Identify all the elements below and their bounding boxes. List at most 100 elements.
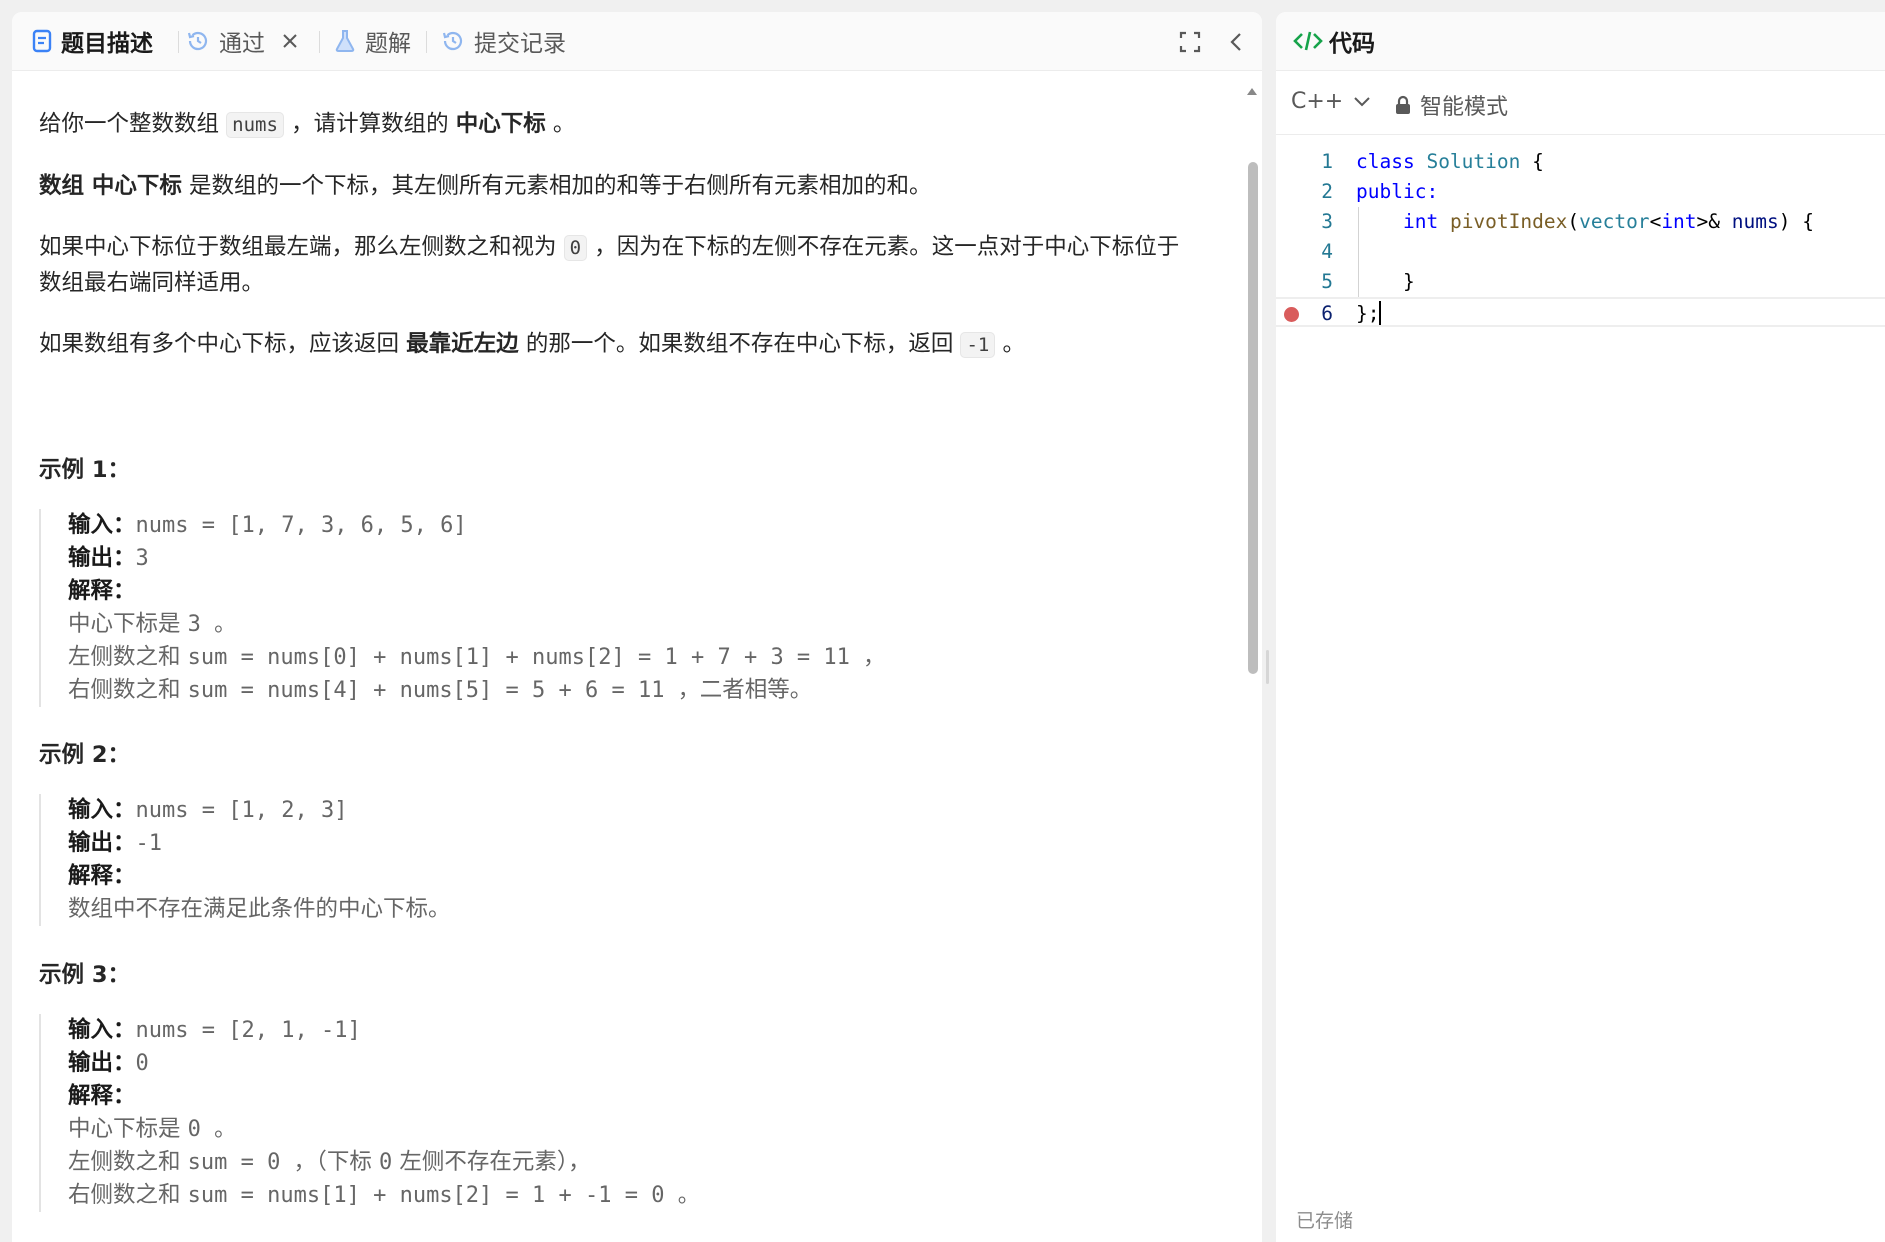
keyword: public:	[1356, 180, 1439, 203]
text: 左侧数之和	[68, 1149, 188, 1175]
explain-line: 左侧数之和 sum = nums[0] + nums[1] + nums[2] …	[68, 641, 1248, 674]
code-line: 3 int pivotIndex(vector<int>& nums) {	[1276, 207, 1885, 237]
mono-text: sum = nums[0] + nums[1] + nums[2] = 1 + …	[187, 645, 886, 670]
mono-text: sum = 0 ，	[187, 1150, 316, 1175]
tab-accepted-label: 通过	[219, 31, 265, 57]
history-icon	[441, 29, 465, 53]
example-input: 输入：nums = [1, 7, 3, 6, 5, 6]	[68, 509, 1248, 542]
explain-line: 左侧数之和 sum = 0 ，（下标 0 左侧不存在元素），	[68, 1146, 1248, 1179]
tab-submissions-label: 提交记录	[474, 31, 566, 57]
close-icon[interactable]	[282, 33, 298, 49]
output-value: 0	[135, 1051, 149, 1076]
code-text: {	[1520, 150, 1544, 173]
keyword: class	[1356, 150, 1415, 173]
code-icon	[1293, 29, 1323, 53]
tab-submissions[interactable]: 提交记录	[441, 12, 566, 70]
tab-divider	[319, 31, 320, 53]
output-value: -1	[135, 831, 163, 856]
problem-description: 给你一个整数数组 nums ，请计算数组的 中心下标 。 数组 中心下标 是数组…	[39, 107, 1219, 363]
text: 中心下标是	[68, 611, 188, 637]
text: 左侧不存在元素），	[392, 1149, 591, 1175]
tab-description[interactable]: 题目描述	[32, 12, 153, 70]
text: 中心下标是	[68, 1116, 188, 1142]
text: ，因为在下标的左侧不存在元素。这一点对于中心下标位于	[587, 234, 1180, 260]
example-explain: 解释：	[68, 575, 1248, 608]
input-label: 输入：	[68, 512, 136, 538]
tab-solutions-label: 题解	[365, 31, 411, 57]
text: 数组最右端同样适用。	[39, 270, 265, 296]
language-select[interactable]: C++	[1291, 89, 1371, 114]
output-label: 输出：	[68, 545, 136, 571]
chevron-down-icon	[1354, 96, 1370, 106]
example-input: 输入：nums = [1, 2, 3]	[68, 794, 1248, 827]
text-cursor	[1379, 301, 1382, 325]
example-block: 输入：nums = [1, 2, 3] 输出：-1 解释： 数组中不存在满足此条…	[39, 794, 1248, 926]
bold-text: 最靠近左边	[406, 331, 519, 357]
code-line: 1 class Solution {	[1276, 147, 1885, 177]
mono-text: sum = nums[4] + nums[5] = 5 + 6 = 11 ，	[187, 678, 700, 703]
line-number: 5	[1321, 270, 1333, 293]
tab-accepted[interactable]: 通过	[186, 12, 298, 70]
collapse-panel-icon[interactable]	[1222, 27, 1252, 57]
output-label: 输出：	[68, 1050, 136, 1076]
code-line: 2 public:	[1276, 177, 1885, 207]
text: 如果数组有多个中心下标，应该返回	[39, 331, 407, 357]
example-block: 输入：nums = [1, 7, 3, 6, 5, 6] 输出：3 解释： 中心…	[39, 509, 1248, 707]
tab-solutions[interactable]: 题解	[334, 12, 411, 70]
parameter: nums	[1731, 210, 1779, 233]
mono-text: sum = nums[1] + nums[2] = 1 + -1 = 0 。	[187, 1183, 700, 1208]
text: 右侧数之和	[68, 677, 188, 703]
bold-text: 中心下标	[455, 111, 546, 137]
code-header: 代码	[1276, 12, 1885, 71]
explain-line: 右侧数之和 sum = nums[1] + nums[2] = 1 + -1 =…	[68, 1179, 1248, 1212]
mono-text: 3 。	[187, 612, 237, 637]
description-paragraph: 如果数组有多个中心下标，应该返回 最靠近左边 的那一个。如果数组不存在中心下标，…	[39, 327, 1219, 363]
code-title: 代码	[1329, 31, 1375, 57]
problem-panel: 题目描述 通过 题解 提交记录 给你一个整数数组 nums ，请计算数组的 中心…	[12, 12, 1262, 1242]
text: （下标	[315, 1149, 380, 1175]
text: 数组中不存在满足此条件的中心下标。	[68, 896, 451, 922]
explain-line: 数组中不存在满足此条件的中心下标。	[68, 893, 1248, 926]
output-value: 3	[135, 546, 149, 571]
description-paragraph: 如果中心下标位于数组最左端，那么左侧数之和视为 0 ，因为在下标的左侧不存在元素…	[39, 230, 1219, 301]
history-icon	[186, 29, 210, 53]
example-block: 输入：nums = [2, 1, -1] 输出：0 解释： 中心下标是 0 。 …	[39, 1014, 1248, 1212]
inline-code: -1	[960, 332, 996, 358]
keyword: int	[1402, 210, 1439, 233]
function-name: pivotIndex	[1449, 210, 1568, 233]
line-number: 4	[1321, 240, 1333, 263]
example-output: 输出：3	[68, 542, 1248, 575]
line-number: 1	[1321, 150, 1333, 173]
document-icon	[32, 29, 52, 53]
code-text: ) {	[1778, 210, 1814, 233]
type-name: vector	[1579, 210, 1650, 233]
explain-line: 中心下标是 0 。	[68, 1113, 1248, 1146]
fullscreen-icon[interactable]	[1175, 27, 1205, 57]
text: 给你一个整数数组	[39, 111, 227, 137]
panel-resize-handle[interactable]	[1266, 650, 1269, 684]
type-name: Solution	[1426, 150, 1521, 173]
example-explain: 解释：	[68, 1080, 1248, 1113]
code-text: }	[1356, 270, 1415, 293]
text: 是数组的一个下标，其左侧所有元素相加的和等于右侧所有元素相加的和。	[181, 173, 932, 199]
code-line: 5 }	[1276, 267, 1885, 297]
description-paragraph: 给你一个整数数组 nums ，请计算数组的 中心下标 。	[39, 107, 1219, 143]
example-explain: 解释：	[68, 860, 1248, 893]
mode-label: 智能模式	[1420, 95, 1509, 120]
scrollbar-thumb[interactable]	[1248, 162, 1258, 674]
example-title: 示例 1：	[39, 457, 130, 483]
scroll-up-icon[interactable]	[1244, 84, 1260, 100]
text: 二者相等。	[699, 677, 813, 703]
flask-icon	[334, 29, 356, 53]
example-input: 输入：nums = [2, 1, -1]	[68, 1014, 1248, 1047]
tab-divider	[426, 31, 427, 53]
input-label: 输入：	[68, 1017, 136, 1043]
input-value: nums = [2, 1, -1]	[135, 1018, 361, 1043]
description-paragraph: 数组 中心下标 是数组的一个下标，其左侧所有元素相加的和等于右侧所有元素相加的和…	[39, 169, 1219, 204]
code-text: };	[1356, 302, 1380, 325]
code-line-current: 6 };	[1276, 297, 1885, 327]
mode-toggle[interactable]: 智能模式	[1394, 89, 1508, 121]
text: 。	[995, 331, 1026, 357]
output-label: 输出：	[68, 830, 136, 856]
text: 如果中心下标位于数组最左端，那么左侧数之和视为	[39, 234, 564, 260]
